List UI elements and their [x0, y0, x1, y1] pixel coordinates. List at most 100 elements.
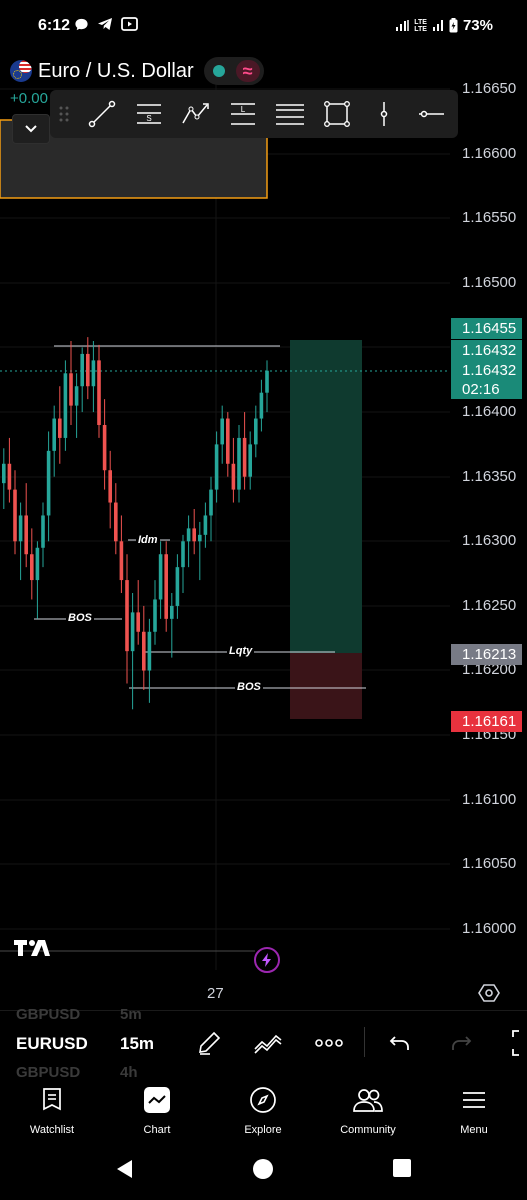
tab-explore[interactable]: Explore [218, 1078, 308, 1140]
current-price-tag: 1.16432 02:16 [451, 361, 522, 399]
svg-text:S: S [146, 114, 151, 123]
market-open-dot [212, 65, 225, 77]
menu-icon [463, 1092, 485, 1108]
gray-price-tag: 1.16213 [451, 644, 522, 665]
price-label: 1.16550 [462, 209, 517, 226]
draw-button[interactable] [194, 1028, 226, 1058]
trend-line-icon [88, 100, 115, 128]
candle-body [2, 463, 6, 484]
redo-button[interactable] [445, 1028, 477, 1058]
drag-handle-icon[interactable] [50, 105, 78, 123]
candle-body [18, 515, 23, 542]
xabcd-pattern-icon [181, 103, 209, 124]
tab-watchlist[interactable]: Watchlist [7, 1078, 97, 1140]
tab-chart[interactable]: Chart [112, 1078, 202, 1140]
wave-icon: ≈ [235, 60, 260, 82]
candle-body [203, 515, 208, 535]
fullscreen-icon [512, 1030, 519, 1056]
candle-body [102, 425, 107, 471]
candle-body [24, 515, 28, 555]
stop-zone[interactable] [290, 653, 362, 719]
svg-text:L: L [240, 105, 245, 114]
price-chart[interactable] [0, 0, 527, 1000]
back-button[interactable] [114, 1158, 138, 1182]
price-label: 1.16650 [462, 80, 517, 97]
long-position-icon: L [230, 103, 255, 125]
candle-body [108, 470, 112, 503]
fullscreen-button[interactable] [507, 1030, 527, 1056]
candle-body [69, 373, 73, 406]
candle-body [41, 515, 45, 548]
symbol-header[interactable]: Euro / U.S. Dollar ≈ [10, 57, 264, 85]
candle-body [97, 360, 101, 425]
candle-body [46, 450, 51, 516]
ghost-prev-symbol: GBPUSD [16, 1006, 81, 1023]
symbol-selector[interactable]: EURUSD [16, 1034, 88, 1054]
home-button[interactable] [252, 1158, 276, 1182]
candle-body [209, 489, 213, 516]
redo-icon [452, 1036, 472, 1050]
more-button[interactable] [313, 1028, 345, 1058]
target-price-tag: 1.16455 [451, 318, 522, 339]
community-icon [353, 1089, 383, 1112]
annotation-lqty: Lqty [227, 645, 255, 657]
tab-community[interactable]: Community [323, 1078, 413, 1140]
candle-body [153, 599, 157, 632]
candle-body [80, 353, 84, 387]
trend-line-tool[interactable] [78, 90, 125, 138]
annotation-idm: Idm [136, 534, 160, 546]
tab-menu[interactable]: Menu [429, 1078, 519, 1140]
pattern-tool[interactable] [172, 90, 219, 138]
candle-body [136, 612, 140, 632]
chevron-down-icon [25, 125, 37, 133]
undo-button[interactable] [384, 1028, 416, 1058]
candle-body [74, 386, 79, 406]
candle-body [265, 370, 269, 393]
candle-body [86, 353, 90, 387]
candle-body [175, 567, 180, 606]
tab-label: Explore [244, 1124, 282, 1136]
lines-tool[interactable] [266, 90, 313, 138]
price-label: 1.16350 [462, 468, 517, 485]
lightning-icon[interactable] [254, 947, 280, 973]
candle-body [186, 528, 191, 542]
candle-body [52, 418, 56, 451]
horizontal-ray-icon [418, 110, 444, 118]
vertical-line-icon [380, 102, 387, 126]
symbol-name: Euro / U.S. Dollar [38, 59, 194, 82]
horizontal-ray-tool[interactable] [407, 90, 454, 138]
price-label: 1.16250 [462, 597, 517, 614]
tradingview-logo[interactable] [14, 938, 54, 963]
recents-square-icon [393, 1159, 411, 1177]
pencil-icon [199, 1031, 221, 1055]
home-circle-icon [253, 1159, 273, 1179]
tab-label: Chart [143, 1124, 171, 1136]
collapse-button[interactable] [12, 114, 50, 144]
fib-tool[interactable]: S [125, 90, 172, 138]
candle-body [170, 605, 174, 619]
candle-body [248, 444, 252, 477]
tab-label: Community [340, 1124, 396, 1136]
rectangle-tool[interactable] [313, 90, 360, 138]
ghost-prev-interval: 5m [120, 1006, 142, 1023]
current-price: 1.16432 [462, 362, 517, 379]
interval-selector[interactable]: 15m [120, 1034, 154, 1054]
vertical-line-tool[interactable] [360, 90, 407, 138]
candle-body [192, 528, 196, 542]
compass-icon [250, 1087, 276, 1113]
candle-countdown: 02:16 [462, 381, 500, 398]
candle-body [220, 418, 224, 445]
target-zone[interactable] [290, 340, 362, 653]
chart-settings-icon[interactable] [478, 982, 500, 1009]
recents-button[interactable] [392, 1158, 416, 1182]
entry-price-tag: 1.16432 [451, 340, 522, 361]
candle-body [91, 360, 96, 387]
drawing-toolbar: S L [50, 90, 458, 138]
time-label: 27 [207, 985, 224, 1002]
indicators-button[interactable] [252, 1028, 284, 1058]
candle-body [237, 437, 241, 490]
horizontal-lines-icon [275, 104, 304, 125]
candle-body [164, 554, 168, 619]
long-position-tool[interactable]: L [219, 90, 266, 138]
market-status-pill[interactable]: ≈ [203, 57, 264, 85]
